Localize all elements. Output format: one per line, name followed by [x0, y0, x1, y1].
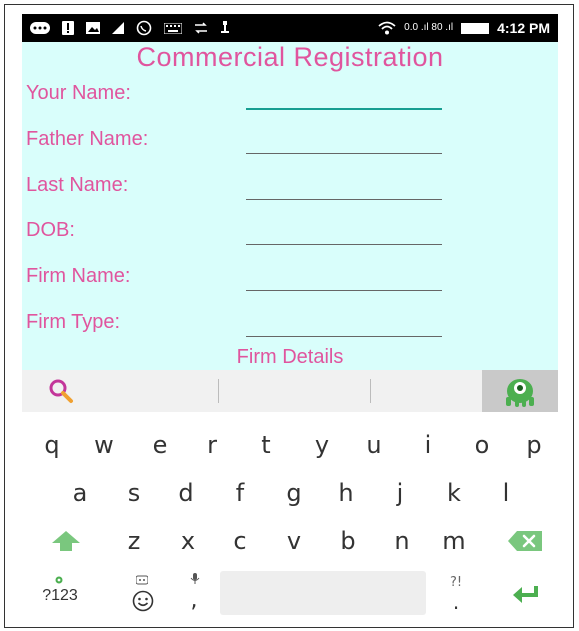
key-x[interactable]: x [172, 524, 204, 558]
firm-name-label: Firm Name: [26, 265, 131, 287]
firm-details-heading[interactable]: Firm Details [22, 346, 558, 369]
dob-label: DOB: [26, 219, 75, 241]
key-u[interactable]: u [358, 428, 390, 462]
signal-icon [112, 22, 124, 34]
key-m[interactable]: m [438, 524, 470, 558]
clock: 4:12 PM [497, 20, 550, 36]
your-name-label: Your Name: [26, 82, 131, 104]
key-b[interactable]: b [332, 524, 364, 558]
mascot-icon[interactable] [482, 370, 558, 412]
key-f[interactable]: f [224, 476, 256, 510]
comma-key[interactable]: , [178, 584, 210, 616]
key-i[interactable]: i [412, 428, 444, 462]
backspace-icon[interactable] [502, 524, 548, 558]
shift-icon[interactable] [46, 524, 86, 558]
last-name-input[interactable] [246, 174, 442, 200]
key-o[interactable]: o [466, 428, 498, 462]
key-s[interactable]: s [118, 476, 150, 510]
key-v[interactable]: v [278, 524, 310, 558]
soft-keyboard: q w e r t y u i o p a s d f g h j k l z … [22, 412, 558, 624]
last-name-label: Last Name: [26, 174, 129, 196]
battery-icon [461, 22, 490, 34]
firm-type-label: Firm Type: [26, 311, 121, 333]
firm-name-input[interactable] [246, 265, 442, 291]
punct-key[interactable]: ?! [444, 572, 468, 592]
key-y[interactable]: y [306, 428, 338, 462]
key-w[interactable]: w [88, 428, 120, 462]
key-t[interactable]: t [250, 428, 282, 462]
keyboard-suggestion-bar [22, 370, 558, 412]
dob-input[interactable] [246, 219, 442, 245]
keyboard-icon [30, 22, 50, 34]
key-l[interactable]: l [490, 476, 522, 510]
keyboard-icon [164, 22, 182, 34]
enter-icon[interactable] [506, 578, 546, 610]
key-h[interactable]: h [330, 476, 362, 510]
wifi-icon [378, 21, 396, 35]
search-icon[interactable] [48, 378, 74, 409]
key-j[interactable]: j [384, 476, 416, 510]
page-title: Commercial Registration [136, 42, 444, 72]
key-q[interactable]: q [36, 428, 68, 462]
suggestion-divider [218, 379, 219, 403]
emoji-icon[interactable] [126, 584, 160, 618]
key-z[interactable]: z [118, 524, 150, 558]
your-name-input[interactable] [246, 84, 442, 110]
father-name-input[interactable] [246, 128, 442, 154]
key-k[interactable]: k [438, 476, 470, 510]
transfer-icon [194, 22, 208, 34]
key-g[interactable]: g [278, 476, 310, 510]
space-bar[interactable] [220, 571, 426, 615]
key-d[interactable]: d [170, 476, 202, 510]
key-a[interactable]: a [64, 476, 96, 510]
period-key[interactable]: . [444, 590, 468, 614]
network-text: 0.0 .ıl 80 .ıl [404, 22, 454, 33]
suggestion-divider [370, 379, 371, 403]
status-bar: 0.0 .ıl 80 .ıl 4:12 PM [22, 14, 558, 42]
registration-form: Commercial Registration Your Name: Fathe… [22, 42, 558, 370]
whatsapp-icon [136, 20, 152, 36]
key-c[interactable]: c [224, 524, 256, 558]
key-r[interactable]: r [196, 428, 228, 462]
symbols-key[interactable]: ?123 [32, 582, 88, 610]
image-icon [86, 22, 100, 34]
usb-icon [220, 21, 230, 35]
firm-type-input[interactable] [246, 311, 442, 337]
key-e[interactable]: e [144, 428, 176, 462]
alert-icon [62, 21, 74, 35]
father-name-label: Father Name: [26, 128, 149, 150]
key-n[interactable]: n [386, 524, 418, 558]
key-p[interactable]: p [518, 428, 550, 462]
